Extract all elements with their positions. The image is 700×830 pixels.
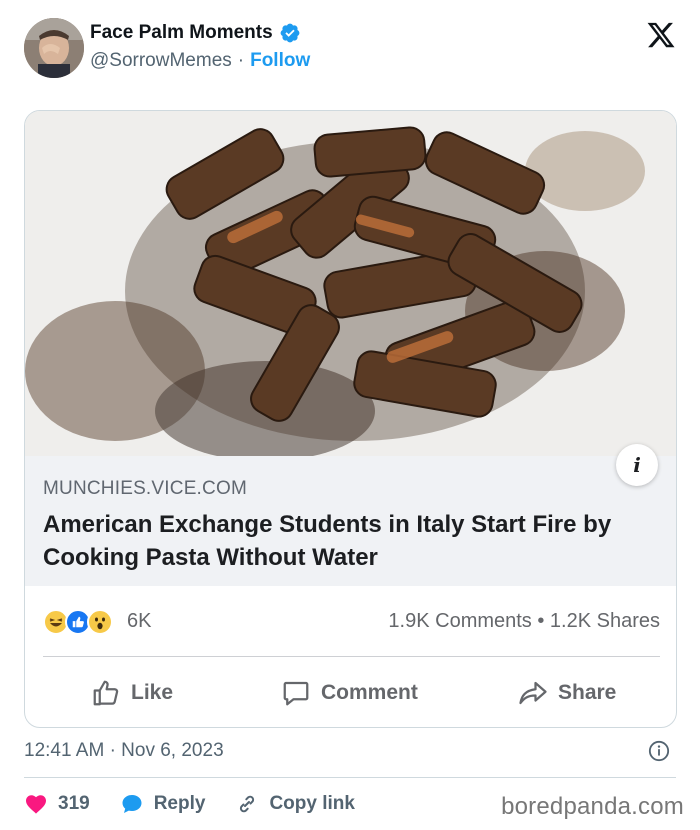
info-icon[interactable]: i <box>616 444 658 486</box>
link-headline[interactable]: American Exchange Students in Italy Star… <box>43 508 643 574</box>
comments-shares-count[interactable]: 1.9K Comments • 1.2K Shares <box>388 610 660 633</box>
info-circle-icon[interactable] <box>648 740 670 762</box>
handle-separator: · <box>237 50 245 71</box>
tweet-header: Face Palm Moments @SorrowMemes · Follow <box>0 0 700 100</box>
share-button[interactable]: Share <box>518 678 616 708</box>
reaction-stats: 6K 1.9K Comments • 1.2K Shares <box>25 601 676 643</box>
heart-icon <box>26 795 46 814</box>
like-label: Like <box>131 681 174 704</box>
link-icon <box>240 795 255 813</box>
copy-link-button[interactable]: Copy link <box>235 792 355 816</box>
tweet-time[interactable]: 12:41 AM <box>24 740 104 761</box>
avatar[interactable] <box>24 18 84 78</box>
like-button[interactable]: Like <box>91 678 173 708</box>
reply-button[interactable]: Reply <box>120 792 206 816</box>
reply-label: Reply <box>153 793 206 814</box>
like-count: 319 <box>58 793 90 814</box>
copy-link-label: Copy link <box>269 793 355 814</box>
link-domain: MUNCHIES.VICE.COM <box>43 478 247 499</box>
follow-button[interactable]: Follow <box>250 50 310 72</box>
comment-button[interactable]: Comment <box>281 678 418 708</box>
timestamp-separator: · <box>109 740 116 761</box>
link-preview[interactable]: MUNCHIES.VICE.COM American Exchange Stud… <box>25 456 676 586</box>
engagement-bar: 319 Reply Copy link <box>24 790 385 818</box>
reply-bubble-icon <box>122 795 142 813</box>
x-logo-icon[interactable] <box>646 20 676 50</box>
divider <box>43 656 660 657</box>
display-name[interactable]: Face Palm Moments <box>90 22 273 44</box>
burnt-pasta-image[interactable] <box>25 111 676 456</box>
user-handle[interactable]: @SorrowMemes <box>90 50 232 72</box>
watermark: boredpanda.com <box>501 793 684 820</box>
comment-bubble-icon <box>283 681 309 706</box>
divider <box>24 777 676 778</box>
embedded-link-card[interactable]: i MUNCHIES.VICE.COM American Exchange St… <box>24 110 677 728</box>
action-bar: Like Comment Share <box>25 666 676 721</box>
reaction-count[interactable]: 6K <box>127 610 151 633</box>
tweet-timestamp[interactable]: 12:41 AM · Nov 6, 2023 <box>24 740 676 764</box>
like-heart-button[interactable]: 319 <box>24 792 90 816</box>
thumbs-up-icon <box>93 680 119 706</box>
comment-label: Comment <box>321 681 418 704</box>
verified-badge-icon <box>279 22 301 44</box>
share-arrow-icon <box>519 681 547 705</box>
wow-emoji-icon <box>87 609 113 635</box>
tweet-date[interactable]: Nov 6, 2023 <box>121 740 223 761</box>
share-label: Share <box>558 681 617 704</box>
